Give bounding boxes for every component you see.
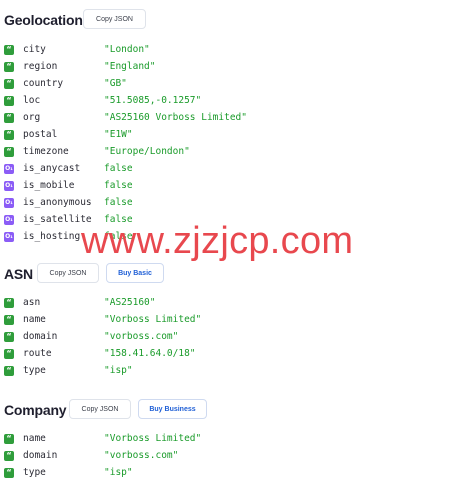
geolocation-field-row: O₁ is_anycast false	[4, 160, 464, 177]
field-value: "51.5085,-0.1257"	[104, 95, 202, 106]
field-key: is_hosting	[23, 231, 81, 242]
asn-field-row: “ type "isp"	[4, 362, 464, 379]
geolocation-field-row: “ org "AS25160 Vorboss Limited"	[4, 109, 464, 126]
asn-buy-basic-button[interactable]: Buy Basic	[106, 263, 164, 283]
field-key: type	[23, 365, 46, 376]
geolocation-title: Geolocation	[4, 12, 83, 28]
field-key: domain	[23, 331, 58, 342]
quote-icon: “	[4, 433, 14, 444]
geolocation-header: Geolocation	[4, 9, 83, 31]
field-key: name	[23, 433, 46, 444]
quote-icon: “	[4, 129, 14, 140]
quote-icon: “	[4, 44, 14, 55]
geolocation-field-row: O₁ is_mobile false	[4, 177, 464, 194]
field-value: "isp"	[104, 467, 133, 478]
quote-icon: “	[4, 78, 14, 89]
field-key: type	[23, 467, 46, 478]
asn-title: ASN	[4, 266, 33, 282]
field-key: org	[23, 112, 41, 123]
quote-icon: “	[4, 331, 14, 342]
field-value: "vorboss.com"	[104, 450, 179, 461]
asn-field-row: “ asn "AS25160"	[4, 294, 464, 311]
company-title: Company	[4, 402, 67, 418]
asn-copy-json-button[interactable]: Copy JSON	[37, 263, 99, 283]
asn-field-row: “ domain "vorboss.com"	[4, 328, 464, 345]
field-key: domain	[23, 450, 58, 461]
boolean-icon: O₁	[4, 163, 14, 174]
field-key: city	[23, 44, 46, 55]
quote-icon: “	[4, 112, 14, 123]
field-value: "vorboss.com"	[104, 331, 179, 342]
field-key: is_anonymous	[23, 197, 92, 208]
quote-icon: “	[4, 467, 14, 478]
quote-icon: “	[4, 146, 14, 157]
field-value: "GB"	[104, 78, 127, 89]
asn-field-row: “ route "158.41.64.0/18"	[4, 345, 464, 362]
quote-icon: “	[4, 61, 14, 72]
geolocation-copy-json-button[interactable]: Copy JSON	[83, 9, 146, 29]
geolocation-field-row: O₁ is_anonymous false	[4, 194, 464, 211]
field-key: region	[23, 61, 58, 72]
geolocation-field-row: “ timezone "Europe/London"	[4, 143, 464, 160]
boolean-icon: O₁	[4, 197, 14, 208]
geolocation-field-row: “ postal "E1W"	[4, 126, 464, 143]
company-buy-business-button[interactable]: Buy Business	[138, 399, 207, 419]
asn-field-row: “ name "Vorboss Limited"	[4, 311, 464, 328]
boolean-icon: O₁	[4, 214, 14, 225]
field-key: country	[23, 78, 64, 89]
quote-icon: “	[4, 450, 14, 461]
geolocation-field-row: “ city "London"	[4, 41, 464, 58]
boolean-icon: O₁	[4, 231, 14, 242]
field-key: is_mobile	[23, 180, 75, 191]
field-value: "England"	[104, 61, 156, 72]
company-copy-json-button[interactable]: Copy JSON	[69, 399, 131, 419]
field-key: timezone	[23, 146, 69, 157]
watermark: www.zjzjcp.com	[81, 220, 354, 262]
quote-icon: “	[4, 95, 14, 106]
geolocation-field-row: “ region "England"	[4, 58, 464, 75]
field-value: "London"	[104, 44, 150, 55]
boolean-icon: O₁	[4, 180, 14, 191]
field-key: asn	[23, 297, 41, 308]
field-value: false	[104, 197, 133, 208]
asn-header: ASN	[4, 263, 33, 285]
field-key: postal	[23, 129, 58, 140]
field-value: "E1W"	[104, 129, 133, 140]
company-field-row: “ name "Vorboss Limited"	[4, 430, 464, 447]
field-key: route	[23, 348, 52, 359]
quote-icon: “	[4, 348, 14, 359]
field-value: "158.41.64.0/18"	[104, 348, 196, 359]
field-value: false	[104, 163, 133, 174]
field-value: false	[104, 180, 133, 191]
company-field-row: “ domain "vorboss.com"	[4, 447, 464, 464]
quote-icon: “	[4, 314, 14, 325]
geolocation-field-row: “ loc "51.5085,-0.1257"	[4, 92, 464, 109]
field-value: "AS25160"	[104, 297, 156, 308]
field-key: is_anycast	[23, 163, 81, 174]
field-value: "Vorboss Limited"	[104, 314, 202, 325]
quote-icon: “	[4, 365, 14, 376]
field-value: "isp"	[104, 365, 133, 376]
geolocation-field-row: “ country "GB"	[4, 75, 464, 92]
field-value: "Vorboss Limited"	[104, 433, 202, 444]
quote-icon: “	[4, 297, 14, 308]
field-value: "Europe/London"	[104, 146, 190, 157]
company-field-row: “ type "isp"	[4, 464, 464, 481]
field-value: "AS25160 Vorboss Limited"	[104, 112, 247, 123]
field-key: name	[23, 314, 46, 325]
company-header: Company	[4, 399, 67, 421]
field-key: loc	[23, 95, 41, 106]
